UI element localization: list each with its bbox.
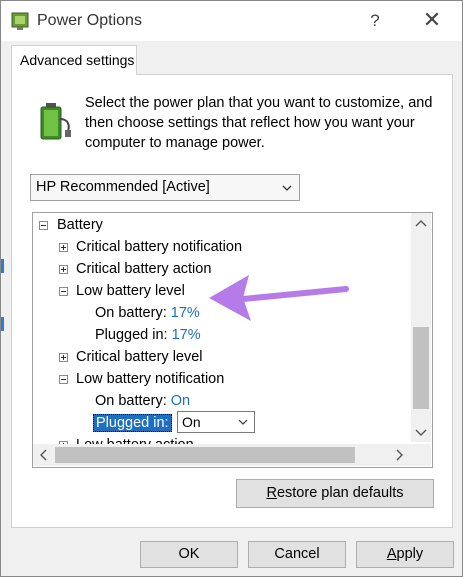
low-notification-plugged-in-dropdown[interactable]: On bbox=[177, 411, 255, 433]
chevron-down-icon bbox=[282, 185, 292, 191]
cancel-button[interactable]: Cancel bbox=[248, 541, 346, 568]
tree-item-low-notification-plugged-in[interactable]: Plugged in: bbox=[93, 412, 172, 434]
low-level-plugged-in-value[interactable]: 17% bbox=[172, 327, 201, 343]
power-options-window: Power Options ? ✕ Advanced settings Sele… bbox=[0, 0, 463, 577]
power-options-icon bbox=[11, 12, 29, 30]
chevron-down-icon bbox=[238, 419, 248, 425]
selected-setting-label: Plugged in: bbox=[93, 414, 172, 432]
collapse-icon[interactable] bbox=[59, 287, 68, 296]
battery-power-icon bbox=[40, 103, 71, 140]
title-bar: Power Options ? ✕ bbox=[1, 1, 462, 41]
tree-item-low-level-on-battery[interactable]: On battery: 17% bbox=[95, 302, 200, 324]
scroll-right-icon[interactable] bbox=[391, 447, 407, 463]
apply-button[interactable]: Apply bbox=[356, 541, 454, 568]
collapse-icon[interactable] bbox=[39, 221, 48, 230]
power-plan-value: HP Recommended [Active] bbox=[36, 179, 210, 195]
scroll-left-icon[interactable] bbox=[36, 447, 52, 463]
settings-tree[interactable]: Battery Critical battery notification Cr… bbox=[32, 212, 433, 468]
scroll-down-icon[interactable] bbox=[413, 424, 429, 440]
restore-plan-defaults-button[interactable]: Restore plan defaults bbox=[236, 479, 434, 508]
horizontal-scrollbar[interactable] bbox=[33, 444, 411, 466]
window-title: Power Options bbox=[37, 12, 142, 29]
ok-button[interactable]: OK bbox=[140, 541, 238, 568]
horizontal-scroll-thumb[interactable] bbox=[55, 447, 355, 463]
scroll-up-icon[interactable] bbox=[413, 216, 429, 232]
scrollbar-corner bbox=[411, 444, 431, 466]
vertical-scrollbar[interactable] bbox=[411, 213, 431, 442]
annotation-arrow-icon bbox=[209, 275, 349, 321]
tree-item-low-notification-on-battery[interactable]: On battery: On bbox=[95, 390, 190, 412]
plan-description: Select the power plan that you want to c… bbox=[85, 95, 433, 151]
vertical-scroll-thumb[interactable] bbox=[413, 327, 429, 409]
help-button[interactable]: ? bbox=[363, 9, 387, 33]
low-level-on-battery-value[interactable]: 17% bbox=[171, 305, 200, 321]
close-button[interactable]: ✕ bbox=[420, 9, 444, 33]
expand-icon[interactable] bbox=[59, 243, 68, 252]
collapse-icon[interactable] bbox=[59, 375, 68, 384]
background-window-edge bbox=[1, 259, 4, 273]
low-notification-on-battery-value[interactable]: On bbox=[171, 393, 190, 409]
expand-icon[interactable] bbox=[59, 265, 68, 274]
dropdown-value: On bbox=[182, 414, 201, 430]
expand-icon[interactable] bbox=[59, 353, 68, 362]
background-window-edge bbox=[1, 317, 4, 331]
power-plan-dropdown[interactable]: HP Recommended [Active] bbox=[30, 174, 300, 201]
tab-advanced-settings[interactable]: Advanced settings bbox=[11, 45, 137, 75]
tree-item-low-level-plugged-in[interactable]: Plugged in: 17% bbox=[95, 324, 201, 346]
